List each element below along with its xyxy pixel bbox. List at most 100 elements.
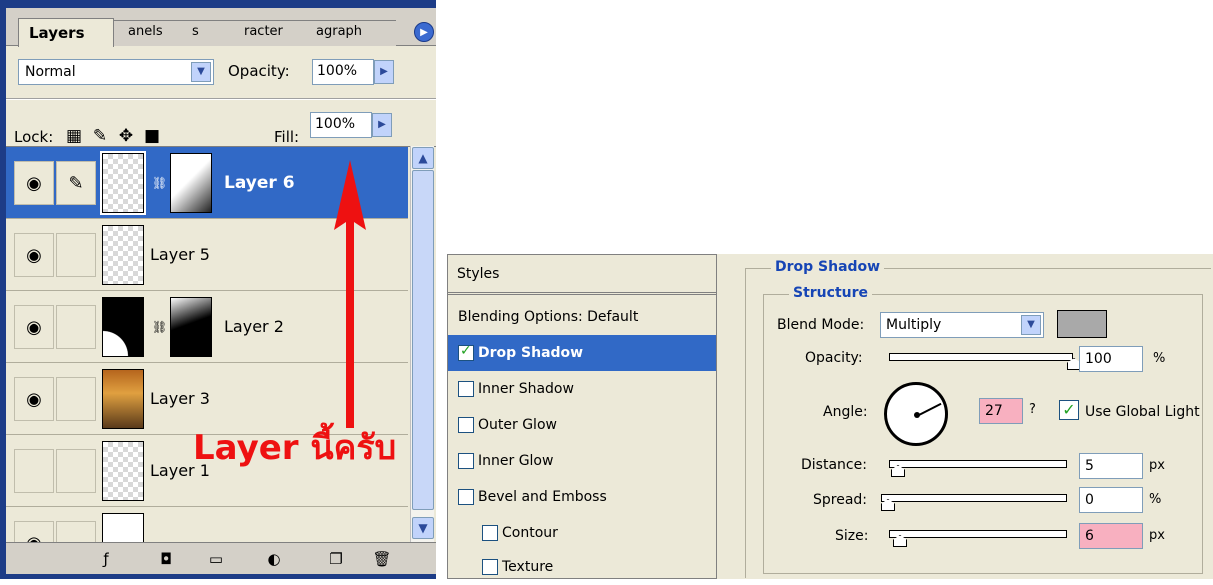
lock-label: Lock: [14,128,54,146]
brush-edit-icon[interactable]: ✎ [56,161,96,205]
size-label: Size: [835,528,869,544]
opacity-unit: % [1153,351,1166,366]
eye-visibility-icon[interactable]: ◉ [14,305,54,349]
checkbox[interactable] [458,381,474,397]
eye-visibility-icon[interactable]: ◉ [14,161,54,205]
layer-opacity-field[interactable]: 100% [312,59,374,85]
style-item-bevel-emboss[interactable]: Bevel and Emboss [448,479,716,515]
tab-actions[interactable]: s [176,20,228,46]
layer-name: Layer 5 [150,245,210,264]
layer-thumbnail [102,441,144,501]
size-unit: px [1149,528,1165,543]
scroll-up-icon[interactable]: ▲ [412,147,434,169]
style-item-outer-glow[interactable]: Outer Glow [448,407,716,443]
spread-field[interactable]: 0 [1079,487,1143,513]
layer-row-background[interactable]: ◉ [6,507,408,542]
style-item-label: Inner Shadow [478,381,574,397]
style-item-label: Bevel and Emboss [478,489,607,505]
checkbox[interactable] [458,453,474,469]
angle-field[interactable]: 27 [979,398,1023,424]
tab-channels[interactable]: anels [112,20,176,46]
lock-transparency-icon[interactable]: ▦ [64,126,84,146]
use-global-light-checkbox[interactable]: ✓ [1059,400,1079,420]
shadow-blend-mode-select[interactable]: Multiply ▼ [880,312,1044,338]
style-item-drop-shadow[interactable]: Drop Shadow [448,335,716,371]
delete-layer-trash-icon[interactable]: 🗑 [370,548,394,570]
style-item-texture[interactable]: Texture [448,549,716,585]
eye-visibility-icon[interactable]: ◉ [14,233,54,277]
tab-character[interactable]: racter [228,20,300,46]
layers-palette-body: agraph racter s anels Layers ▶ Normal ▼ … [6,8,436,574]
opacity-label: Opacity: [805,350,863,366]
checkbox[interactable] [458,343,474,361]
spread-slider-track[interactable] [881,494,1067,502]
opacity-field[interactable]: 100 [1079,346,1143,372]
link-empty-cell[interactable] [56,449,96,493]
structure-title: Structure [789,285,873,301]
distance-slider-track[interactable] [889,460,1067,468]
chevron-down-icon[interactable]: ▼ [1021,315,1041,335]
layer-name: Layer 3 [150,389,210,408]
blend-mode-select[interactable]: Normal ▼ [18,59,214,85]
drop-shadow-options: Drop Shadow Structure Blend Mode: Multip… [717,254,1213,579]
layer-mask-thumbnail[interactable] [170,153,212,213]
scrollbar-thumb[interactable] [412,170,434,510]
shadow-color-swatch[interactable] [1057,310,1107,338]
checkbox[interactable] [458,489,474,505]
layer-mask-thumbnail[interactable] [170,297,212,357]
fill-slider-arrow-icon[interactable]: ▶ [372,113,392,137]
chevron-down-icon[interactable]: ▼ [191,62,211,82]
blend-mode-label: Blend Mode: [777,317,865,333]
layer-thumbnail [102,297,144,357]
eye-visibility-icon[interactable]: ◉ [14,521,54,542]
distance-label: Distance: [801,457,867,473]
use-global-light-label[interactable]: Use Global Light [1085,404,1200,420]
palette-menu-arrow-icon[interactable]: ▶ [414,22,434,42]
checkbox[interactable] [458,417,474,433]
style-item-inner-glow[interactable]: Inner Glow [448,443,716,479]
blending-options-item[interactable]: Blending Options: Default [448,299,716,335]
red-arrow-annotation [334,160,366,428]
scroll-down-icon[interactable]: ▼ [412,517,434,539]
checkbox[interactable] [482,559,498,575]
style-item-contour[interactable]: Contour [448,515,716,551]
angle-dial[interactable] [884,382,948,446]
tab-layers[interactable]: Layers [18,18,114,47]
layers-palette: agraph racter s anels Layers ▶ Normal ▼ … [0,0,436,579]
opacity-slider-track[interactable] [889,353,1073,361]
angle-dial-center [914,412,920,418]
add-layer-style-icon[interactable]: ƒ [94,548,118,570]
lock-all-padlock-icon[interactable]: ■ [142,126,162,146]
fill-label: Fill: [274,128,300,146]
angle-dial-needle [916,402,942,417]
link-chain-icon[interactable]: ⛓ [152,173,167,193]
lock-position-move-icon[interactable]: ✥ [116,126,136,146]
eye-visibility-icon[interactable]: ◉ [14,377,54,421]
styles-header[interactable]: Styles [448,255,716,295]
new-group-folder-icon[interactable]: ▭ [204,548,228,570]
distance-field[interactable]: 5 [1079,453,1143,479]
style-item-inner-shadow[interactable]: Inner Shadow [448,371,716,407]
layer-fill-field[interactable]: 100% [310,112,372,138]
link-empty-cell[interactable] [56,377,96,421]
distance-unit: px [1149,458,1165,473]
layer-thumbnail [102,513,144,542]
new-adjustment-layer-icon[interactable]: ◐ [262,548,286,570]
size-slider-track[interactable] [889,530,1067,538]
tab-paragraph[interactable]: agraph [300,20,396,46]
checkbox[interactable] [482,525,498,541]
layer-name: Layer 6 [224,173,295,193]
size-field[interactable]: 6 [1079,523,1143,549]
eye-visibility-empty-cell[interactable] [14,449,54,493]
new-layer-icon[interactable]: ❐ [324,548,348,570]
angle-unit: ? [1029,402,1036,417]
add-mask-icon[interactable]: ◘ [154,548,178,570]
lock-image-brush-icon[interactable]: ✎ [90,126,110,146]
layer-list-scrollbar[interactable]: ▲ ▼ [410,146,434,542]
link-empty-cell[interactable] [56,233,96,277]
link-chain-icon[interactable]: ⛓ [152,317,167,337]
opacity-slider-arrow-icon[interactable]: ▶ [374,60,394,84]
link-empty-cell[interactable] [56,305,96,349]
divider [6,98,436,100]
link-empty-cell[interactable] [56,521,96,542]
